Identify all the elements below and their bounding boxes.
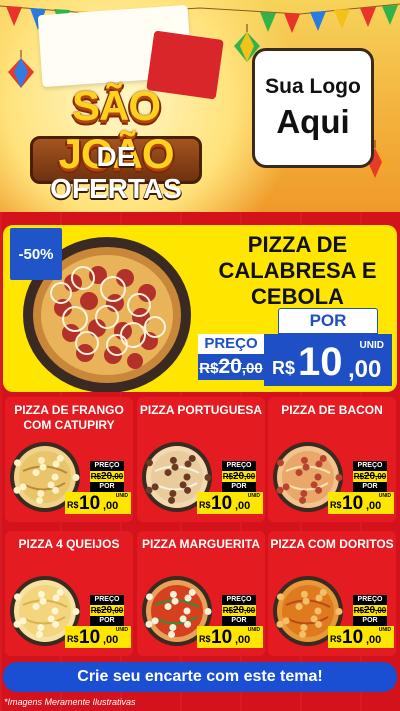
por-label: POR	[90, 616, 124, 626]
old-price-integer: 20	[363, 471, 376, 482]
new-price: UNID R$ 10 ,00	[264, 334, 392, 386]
old-price-currency: R$	[90, 606, 101, 615]
old-price: R$20,00	[353, 471, 387, 482]
discount-badge: -50%	[10, 228, 62, 280]
por-label: POR	[353, 616, 387, 626]
new-price: R$ 10 ,00 UNID	[197, 626, 263, 648]
preco-label: PREÇO	[353, 461, 387, 471]
new-price-integer: 10	[342, 493, 364, 514]
logo-placeholder[interactable]: Sua Logo Aqui	[252, 48, 374, 168]
unit-label: UNID	[378, 493, 391, 499]
old-price: R$20,00	[222, 605, 256, 616]
product-name: PIZZA DE FRANGO COM CATUPIRY	[14, 403, 124, 432]
old-price-decimal: ,00	[244, 472, 256, 481]
old-price-currency: R$	[353, 606, 364, 615]
new-price-currency: R$	[67, 634, 79, 644]
unit-label: UNID	[247, 493, 260, 499]
product-card[interactable]: PIZZA 4 QUEIJOS PREÇO R$20,00 POR R$ 10 …	[5, 531, 133, 656]
old-price: R$20,00	[198, 354, 264, 380]
new-price-currency: R$	[330, 500, 342, 510]
product-name: PIZZA 4 QUEIJOS	[18, 537, 120, 551]
old-price-decimal: ,00	[241, 360, 263, 377]
preco-label: PREÇO	[353, 595, 387, 605]
old-price-currency: R$	[353, 472, 364, 481]
unit-label: UNID	[247, 627, 260, 633]
old-price: R$20,00	[222, 471, 256, 482]
product-name: PIZZA COM DORITOS	[270, 537, 394, 551]
product-card[interactable]: PIZZA DE FRANGO COM CATUPIRY PREÇO R$20,…	[5, 397, 133, 522]
new-price-currency: R$	[67, 500, 79, 510]
preco-label: PREÇO	[222, 595, 256, 605]
unit-label: UNID	[115, 627, 128, 633]
new-price: R$ 10 ,00 UNID	[328, 626, 394, 648]
por-label: POR	[353, 482, 387, 492]
old-price: R$20,00	[90, 605, 124, 616]
unit-label: UNID	[115, 493, 128, 499]
old-price-decimal: ,00	[244, 606, 256, 615]
title-line-2: DE OFERTAS	[50, 141, 182, 204]
old-price-currency: R$	[222, 472, 233, 481]
title-plate: SÃO JOÃO DE OFERTAS	[16, 78, 216, 204]
header-banner: SÃO JOÃO DE OFERTAS Sua Logo Aqui	[0, 0, 400, 212]
illustrative-images-note: *Imagens Meramente Ilustrativas	[4, 697, 136, 707]
new-price: R$ 10 ,00 UNID	[328, 492, 394, 514]
preco-label: PREÇO	[90, 461, 124, 471]
new-price-decimal: ,00	[103, 500, 119, 512]
por-label: POR	[222, 616, 256, 626]
featured-product-name: PIZZA DE CALABRESA E CEBOLA	[218, 232, 377, 309]
new-price-currency: R$	[330, 634, 342, 644]
product-name: PIZZA PORTUGUESA	[139, 403, 263, 417]
new-price: R$ 10 ,00 UNID	[65, 626, 131, 648]
old-price-currency: R$	[90, 472, 101, 481]
por-label: POR	[278, 308, 378, 334]
new-price-decimal: ,00	[103, 634, 119, 646]
old-price-integer: 20	[100, 605, 113, 616]
product-card[interactable]: PIZZA COM DORITOS PREÇO R$20,00 POR R$ 1…	[268, 531, 396, 656]
new-price-decimal: ,00	[366, 634, 382, 646]
unit-label: UNID	[359, 340, 384, 351]
new-price-integer: 10	[342, 627, 364, 648]
new-price-integer: 10	[211, 627, 233, 648]
old-price-currency: R$	[222, 606, 233, 615]
new-price-integer: 10	[79, 627, 101, 648]
preco-label: PREÇO	[198, 334, 264, 354]
new-price-decimal: ,00	[366, 500, 382, 512]
new-price-integer: 10	[79, 493, 101, 514]
new-price-currency: R$	[272, 358, 296, 378]
old-price-decimal: ,00	[375, 606, 387, 615]
product-card[interactable]: PIZZA PORTUGUESA PREÇO R$20,00 POR R$ 10…	[137, 397, 265, 522]
preco-label: PREÇO	[90, 595, 124, 605]
old-price-integer: 20	[218, 355, 242, 378]
new-price: R$ 10 ,00 UNID	[197, 492, 263, 514]
por-label: POR	[90, 482, 124, 492]
product-card[interactable]: PIZZA DE BACON PREÇO R$20,00 POR R$ 10 ,…	[268, 397, 396, 522]
por-label: POR	[222, 482, 256, 492]
old-price-currency: R$	[199, 360, 219, 377]
new-price-decimal: ,00	[235, 634, 251, 646]
old-price-decimal: ,00	[375, 472, 387, 481]
old-price-integer: 20	[232, 605, 245, 616]
old-price-integer: 20	[363, 605, 376, 616]
old-price-integer: 20	[232, 471, 245, 482]
product-card[interactable]: PIZZA MARGUERITA PREÇO R$20,00 POR R$ 10…	[137, 531, 265, 656]
new-price-decimal: ,00	[348, 356, 382, 383]
unit-label: UNID	[378, 627, 391, 633]
old-price-decimal: ,00	[112, 606, 124, 615]
old-price: R$20,00	[353, 605, 387, 616]
logo-text-line-1: Sua Logo	[265, 75, 361, 98]
create-flyer-button[interactable]: Crie seu encarte com este tema!	[3, 662, 397, 692]
new-price-currency: R$	[199, 500, 211, 510]
product-name: PIZZA MARGUERITA	[142, 537, 260, 551]
logo-text-line-2: Aqui	[276, 103, 350, 140]
product-name: PIZZA DE BACON	[281, 403, 383, 417]
old-price: R$20,00	[90, 471, 124, 482]
old-price-decimal: ,00	[112, 472, 124, 481]
preco-label: PREÇO	[222, 461, 256, 471]
old-price-integer: 20	[100, 471, 113, 482]
new-price-integer: 10	[211, 493, 233, 514]
new-price: R$ 10 ,00 UNID	[65, 492, 131, 514]
new-price-decimal: ,00	[235, 500, 251, 512]
new-price-currency: R$	[199, 634, 211, 644]
new-price-integer: 10	[298, 340, 343, 384]
